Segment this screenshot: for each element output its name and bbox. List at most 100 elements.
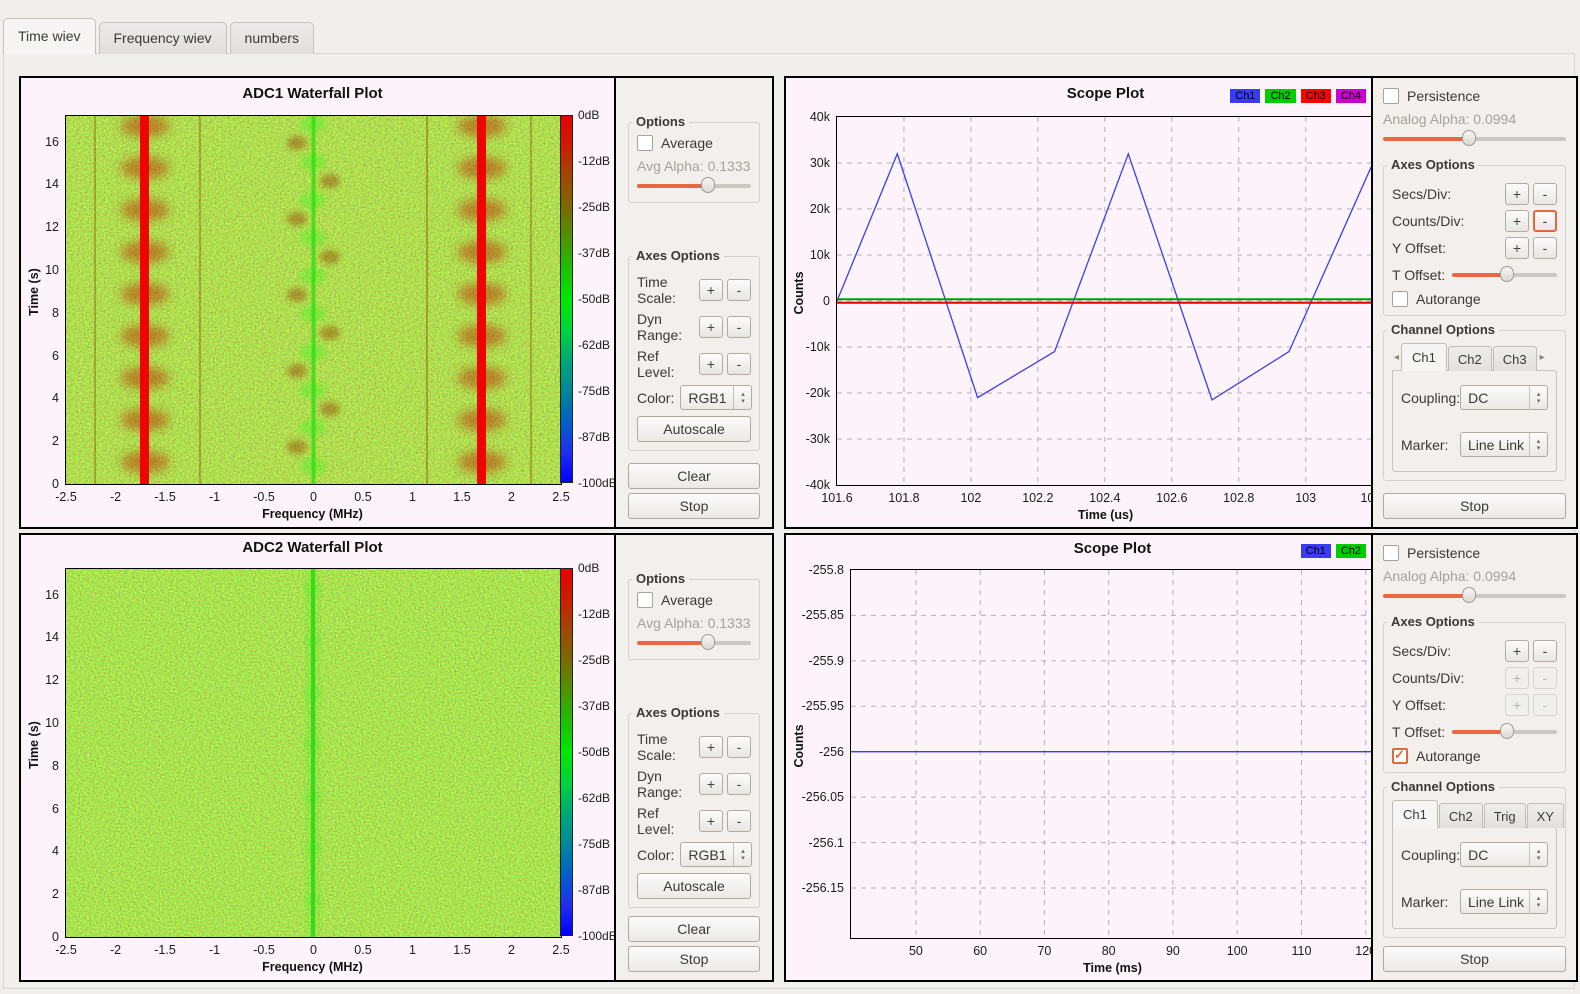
coupling-spinner[interactable]: DC ▴▾ — [1460, 842, 1548, 867]
x-tick-label: 2 — [508, 943, 515, 957]
analog-alpha-slider[interactable] — [1383, 130, 1566, 147]
slider-handle[interactable] — [701, 634, 715, 650]
tab-frequency-wiev[interactable]: Frequency wiev — [99, 22, 227, 54]
counts-div-plus-button[interactable]: + — [1505, 210, 1529, 232]
channel-tab-ch1[interactable]: Ch1 — [1401, 343, 1447, 371]
autoscale-button[interactable]: Autoscale — [637, 416, 751, 442]
color-spinner[interactable]: RGB1 ▴▾ — [680, 842, 752, 867]
y-offset-plus-button[interactable]: + — [1505, 237, 1529, 259]
adc2-controls-column: Options Average Avg Alpha: 0.1333 Axes O… — [614, 535, 772, 980]
y-tick-label: 2 — [52, 434, 59, 448]
x-tick-label: 70 — [1037, 944, 1051, 958]
dyn-range-plus-button[interactable]: + — [699, 316, 723, 338]
secs-div-plus-button[interactable]: + — [1505, 640, 1529, 662]
counts-div-minus-button[interactable]: - — [1533, 667, 1557, 689]
color-spinner[interactable]: RGB1 ▴▾ — [680, 385, 752, 410]
ref-level-plus-button[interactable]: + — [699, 353, 723, 375]
x-tick-label: -2.5 — [55, 490, 77, 504]
dyn-range-label: Dyn Range: — [637, 311, 695, 343]
colorbar-tick-label: -87dB — [578, 883, 610, 897]
spinner-arrows-icon[interactable]: ▴▾ — [1529, 890, 1547, 913]
stop-button[interactable]: Stop — [628, 946, 760, 972]
channel-tab-ch1[interactable]: Ch1 — [1392, 800, 1438, 828]
counts-div-plus-button[interactable]: + — [1505, 667, 1529, 689]
y-offset-minus-button[interactable]: - — [1533, 694, 1557, 716]
analog-alpha-slider[interactable] — [1383, 587, 1566, 604]
channel-tab-frame: Coupling: DC ▴▾ Marker: Line Link ▴▾ — [1392, 827, 1557, 929]
adc2-waterfall-heatmap[interactable]: -2.5-2-1.5-1-0.500.511.522.5161412108642… — [65, 568, 562, 938]
time-scale-minus-button[interactable]: - — [727, 279, 751, 301]
y-axis-label: Counts — [792, 253, 808, 333]
y-tick-label: 12 — [45, 220, 59, 234]
scope1-panel: Scope Plot Ch1Ch2Ch3Ch4 Counts 101.6101.… — [784, 76, 1578, 529]
channel-tab-trig[interactable]: Trig — [1484, 803, 1526, 828]
t-offset-slider[interactable] — [1452, 723, 1557, 740]
time-scale-plus-button[interactable]: + — [699, 279, 723, 301]
ref-level-minus-button[interactable]: - — [727, 353, 751, 375]
dyn-range-plus-button[interactable]: + — [699, 773, 723, 795]
average-checkbox[interactable] — [637, 135, 653, 151]
dyn-range-minus-button[interactable]: - — [727, 773, 751, 795]
marker-spinner[interactable]: Line Link ▴▾ — [1460, 432, 1548, 457]
average-checkbox[interactable] — [637, 592, 653, 608]
stop-button[interactable]: Stop — [1383, 946, 1566, 972]
slider-handle[interactable] — [1500, 266, 1514, 282]
dyn-range-minus-button[interactable]: - — [727, 316, 751, 338]
y-tick-label: 30k — [810, 156, 830, 170]
avg-alpha-slider[interactable] — [637, 177, 751, 194]
y-offset-plus-button[interactable]: + — [1505, 694, 1529, 716]
channel-tab-ch2[interactable]: Ch2 — [1448, 346, 1492, 371]
tab-scroll-left-icon[interactable]: ◂ — [1392, 352, 1401, 371]
autorange-checkbox[interactable] — [1392, 291, 1408, 307]
adc1-waterfall-heatmap[interactable]: -2.5-2-1.5-1-0.500.511.522.5161412108642… — [65, 115, 562, 485]
channel-options-group: Channel Options Ch1Ch2TrigXY Coupling: D… — [1383, 787, 1566, 938]
counts-div-minus-button[interactable]: - — [1533, 210, 1557, 232]
spinner-arrows-icon[interactable]: ▴▾ — [733, 386, 751, 409]
stop-button[interactable]: Stop — [628, 493, 760, 519]
adc1-heatmap-image — [66, 116, 561, 484]
spinner-arrows-icon[interactable]: ▴▾ — [1529, 433, 1547, 456]
avg-alpha-slider[interactable] — [637, 634, 751, 651]
coupling-spinner[interactable]: DC ▴▾ — [1460, 385, 1548, 410]
scope1-canvas[interactable]: 101.6101.8102102.2102.4102.6102.8103103.… — [836, 116, 1375, 486]
ref-level-plus-button[interactable]: + — [699, 810, 723, 832]
slider-handle[interactable] — [1462, 587, 1476, 603]
time-scale-minus-button[interactable]: - — [727, 736, 751, 758]
spinner-arrows-icon[interactable]: ▴▾ — [1529, 386, 1547, 409]
marker-spinner[interactable]: Line Link ▴▾ — [1460, 889, 1548, 914]
secs-div-plus-button[interactable]: + — [1505, 183, 1529, 205]
colorbar-tick-label: -62dB — [578, 338, 610, 352]
tab-time-wiev[interactable]: Time wiev — [3, 18, 96, 54]
channel-tab-ch2[interactable]: Ch2 — [1439, 803, 1483, 828]
autoscale-button[interactable]: Autoscale — [637, 873, 751, 899]
y-offset-minus-button[interactable]: - — [1533, 237, 1557, 259]
secs-div-minus-button[interactable]: - — [1533, 183, 1557, 205]
secs-div-minus-button[interactable]: - — [1533, 640, 1557, 662]
time-scale-plus-button[interactable]: + — [699, 736, 723, 758]
slider-handle[interactable] — [701, 177, 715, 193]
clear-button[interactable]: Clear — [628, 916, 760, 942]
t-offset-slider[interactable] — [1452, 266, 1557, 283]
y-tick-label: -256 — [819, 745, 844, 759]
coupling-label: Coupling: — [1401, 847, 1460, 863]
ref-level-minus-button[interactable]: - — [727, 810, 751, 832]
y-tick-label: 10 — [45, 263, 59, 277]
spinner-arrows-icon[interactable]: ▴▾ — [733, 843, 751, 866]
avg-alpha-value: Avg Alpha: 0.1333 — [637, 615, 751, 631]
persistence-checkbox[interactable] — [1383, 88, 1399, 104]
clear-button[interactable]: Clear — [628, 463, 760, 489]
persistence-checkbox[interactable] — [1383, 545, 1399, 561]
spinner-arrows-icon[interactable]: ▴▾ — [1529, 843, 1547, 866]
y-tick-label: -256.05 — [802, 790, 844, 804]
channel-tab-strip: Ch1Ch2TrigXY — [1392, 800, 1557, 828]
slider-handle[interactable] — [1500, 723, 1514, 739]
stop-button[interactable]: Stop — [1383, 493, 1566, 519]
autorange-checkbox[interactable] — [1392, 748, 1408, 764]
scope2-canvas[interactable]: 5060708090100110120-255.8-255.85-255.9-2… — [850, 569, 1375, 939]
channel-tab-xy[interactable]: XY — [1527, 803, 1564, 828]
tab-scroll-right-icon[interactable]: ▸ — [1538, 352, 1547, 371]
channel-tab-ch3[interactable]: Ch3 — [1493, 346, 1537, 371]
channel-badge-ch3: Ch3 — [1301, 89, 1331, 103]
slider-handle[interactable] — [1462, 130, 1476, 146]
tab-numbers[interactable]: numbers — [230, 22, 314, 54]
